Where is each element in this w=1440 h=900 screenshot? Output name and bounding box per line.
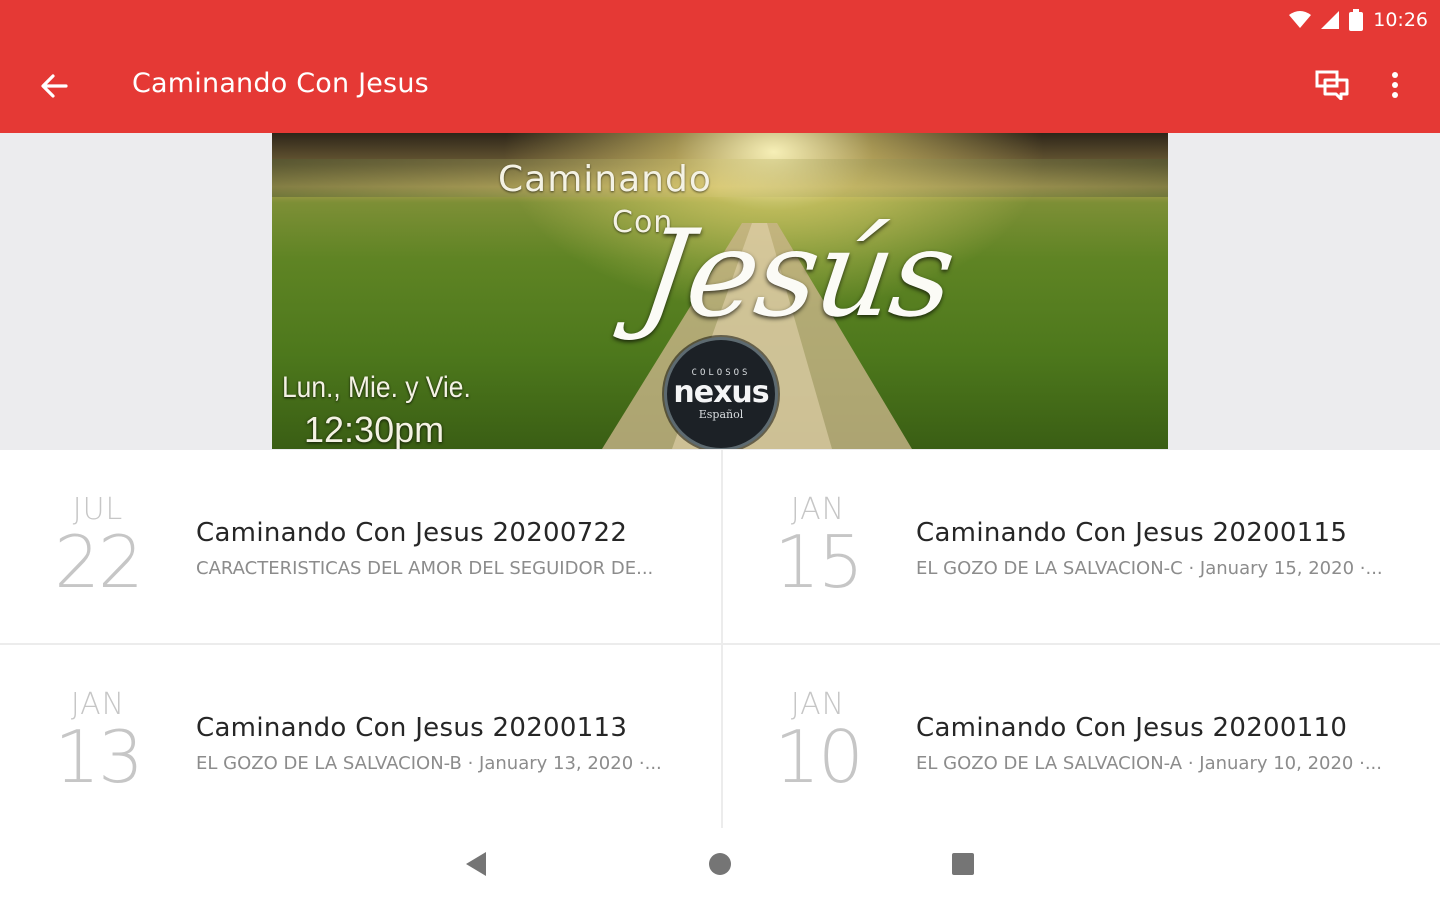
arrow-left-icon [41,74,68,98]
chat-button[interactable] [1308,64,1356,106]
wifi-icon [1289,11,1312,28]
episode-title: Caminando Con Jesus 20200722 [196,518,628,548]
episode-item[interactable]: JAN 15 Caminando Con Jesus 20200115 EL G… [720,450,1440,643]
nav-home-button[interactable] [690,838,750,890]
episode-day: 22 [54,520,144,604]
banner-schedule-time: 12:30pm [304,409,445,449]
episode-item[interactable]: JAN 10 Caminando Con Jesus 20200110 EL G… [720,645,1440,838]
episode-title: Caminando Con Jesus 20200110 [916,713,1348,743]
episode-item[interactable]: JUL 22 Caminando Con Jesus 20200722 CARA… [0,450,720,643]
banner-schedule-days: Lun., Mie. y Vie. [282,371,471,404]
status-bar: 10:26 [1289,6,1428,34]
podcast-banner-image: Caminando Con Jesús Lun., Mie. y Vie. 12… [272,133,1168,449]
signal-icon [1321,11,1340,29]
app-bar: 10:26 Caminando Con Jesus [0,0,1440,133]
chat-icon [1315,70,1349,100]
episode-day: 15 [774,520,864,604]
home-circle-icon [709,853,731,875]
back-triangle-icon [466,852,486,876]
episode-title: Caminando Con Jesus 20200115 [916,518,1348,548]
back-button[interactable] [30,64,78,108]
more-options-button[interactable] [1374,64,1416,106]
episode-subtitle: EL GOZO DE LA SALVACION-C · January 15, … [916,558,1383,579]
logo-sub-text: Español [698,407,744,421]
nav-recents-button[interactable] [933,838,993,890]
banner-title-line1: Caminando [498,159,712,200]
page-title: Caminando Con Jesus [132,68,429,99]
episode-subtitle: EL GOZO DE LA SALVACION-B · January 13, … [196,753,662,774]
episode-day: 10 [774,715,864,799]
episode-item[interactable]: JAN 13 Caminando Con Jesus 20200113 EL G… [0,645,720,838]
logo-main-text: nexus [673,374,769,410]
nexus-logo: COLOSOS nexus Español [664,337,778,449]
episode-subtitle: CARACTERISTICAS DEL AMOR DEL SEGUIDOR DE… [196,558,654,579]
nav-back-button[interactable] [446,838,506,890]
status-time: 10:26 [1373,9,1428,31]
episode-title: Caminando Con Jesus 20200113 [196,713,628,743]
more-vert-icon [1392,72,1398,98]
banner-title-line3: Jesús [632,205,962,344]
recents-square-icon [952,853,974,875]
battery-icon [1349,9,1364,31]
episode-day: 13 [54,715,144,799]
episode-subtitle: EL GOZO DE LA SALVACION-A · January 10, … [916,753,1382,774]
